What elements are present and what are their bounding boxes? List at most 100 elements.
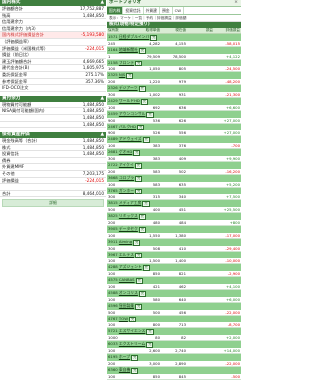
sell-button[interactable]: 売: [134, 162, 142, 169]
sell-button[interactable]: 売: [138, 86, 146, 92]
tab-2[interactable]: 外貨建: [144, 7, 160, 14]
stock-code: 3911: [108, 238, 118, 244]
stock-name-link[interactable]: エルテス: [119, 252, 134, 257]
sell-button[interactable]: 売: [133, 150, 141, 156]
sell-button[interactable]: 売: [138, 47, 147, 54]
stock-name-cell: 6195 ホープ売: [107, 353, 241, 361]
collapse-icon[interactable]: ▲: [100, 0, 104, 6]
stock-name-row: 4596 窪田製薬売: [107, 302, 241, 310]
stock-name-link[interactable]: ゲオHD: [119, 149, 132, 154]
stock-name-link[interactable]: ガンホー: [119, 188, 134, 193]
stock-code: 4288: [108, 264, 118, 270]
tab-4[interactable]: CW: [173, 7, 184, 14]
stock-code: 2489: [108, 136, 118, 142]
sell-button[interactable]: 売: [135, 175, 143, 182]
close-icon[interactable]: ×: [234, 0, 238, 6]
stock-name-link[interactable]: メディア工房: [119, 200, 142, 205]
summary-row: 現金残高等（合計） 1,484,850: [0, 138, 106, 145]
summary-row: 1,484,850: [0, 115, 106, 122]
stock-name-row: 3911 Aiming 売: [107, 238, 241, 246]
stock-name-cell: 2467 バルクHD 売: [107, 123, 241, 131]
sell-button[interactable]: 売: [146, 329, 154, 336]
view-options[interactable]: 表示：マーケ｜ー覧｜予約｜評価損益｜評価額: [107, 15, 241, 22]
sell-button[interactable]: 売: [140, 98, 149, 105]
stock-name-cell: 2429 ワールドHD 売: [107, 97, 241, 105]
stock-name-link[interactable]: デジアーツ: [119, 85, 138, 90]
stock-name-link[interactable]: データセク: [119, 226, 138, 231]
sell-button[interactable]: 売: [150, 35, 158, 41]
stock-name-row: 2681 ゲオHD 売: [107, 148, 241, 156]
stock-name-link[interactable]: アイケイ: [119, 162, 134, 167]
sell-button[interactable]: 売: [142, 265, 150, 272]
tab-3[interactable]: 預金: [160, 7, 173, 14]
sell-button[interactable]: 売: [138, 290, 147, 297]
sell-button[interactable]: 売: [131, 354, 139, 361]
summary-value: 357.36%: [85, 78, 104, 84]
section-header-assets[interactable]: 保有資産評価 ▲: [0, 132, 106, 139]
sell-button[interactable]: 売: [146, 111, 154, 118]
sell-button[interactable]: 売: [138, 214, 146, 220]
stock-name-link[interactable]: オンコリス: [119, 290, 138, 295]
summary-label: NISA買付可能額(国内): [2, 108, 45, 114]
cost-price: 850: [134, 373, 161, 380]
sell-button[interactable]: 売: [128, 316, 137, 323]
tab-1[interactable]: 投資信託: [123, 7, 144, 14]
stock-code: 3815: [108, 200, 118, 206]
summary-label: 建代金合計(B): [2, 65, 30, 71]
stock-name-link[interactable]: 地域新聞社: [119, 47, 138, 52]
section-header-buying-power[interactable]: 買付余力 ▲: [0, 95, 106, 102]
stock-name-link[interactable]: Aiming: [119, 239, 132, 244]
stock-name-cell: 4575 CANBAS 売: [107, 276, 241, 284]
sell-button[interactable]: 売: [126, 73, 134, 80]
stock-name-cell: 4588 オンコリス売: [107, 289, 241, 297]
stock-name-link[interactable]: TOW: [119, 316, 128, 321]
stock-name-link[interactable]: アドウェイズ: [119, 136, 142, 141]
stock-name-link[interactable]: ワールドHD: [119, 98, 140, 103]
sell-button[interactable]: 売: [137, 124, 145, 131]
collapse-icon[interactable]: ▲: [100, 132, 104, 138]
stock-name-link[interactable]: バルクHD: [119, 124, 136, 129]
stock-name-link[interactable]: 窪田製薬: [119, 303, 134, 308]
stock-code: 2164: [108, 46, 118, 52]
stock-name-link[interactable]: エスサイエンス: [119, 328, 145, 333]
summary-row: 建代金合計(B) 1,605,975: [0, 65, 106, 72]
summary-row: 委託保証金率 275.17%: [0, 72, 106, 79]
stock-name-link[interactable]: アズジェント: [119, 264, 142, 269]
stock-name-link[interactable]: アウンコンサル: [119, 111, 146, 116]
stock-name-cell: 2158 フロンテ売: [107, 59, 241, 67]
sell-button[interactable]: 売: [135, 278, 143, 284]
sell-button[interactable]: 売: [131, 367, 139, 374]
portfolio-header: ポートフォリオ ×: [107, 0, 241, 7]
summary-value: 7,203,175: [82, 171, 104, 177]
stock-name-link[interactable]: 日経ダブルインバ: [119, 34, 149, 39]
stock-code: 2326: [108, 85, 118, 91]
stock-code: 3967: [108, 251, 118, 257]
stock-code: 4588: [108, 289, 118, 295]
summary-value: 8,464,010: [82, 190, 104, 196]
stock-name-cell: 4767 TOW 売: [107, 315, 241, 323]
sell-button[interactable]: 売: [135, 188, 143, 195]
sell-button[interactable]: 売: [138, 226, 147, 233]
stock-name-link[interactable]: NJS: [119, 72, 125, 77]
sell-button[interactable]: 売: [135, 303, 143, 310]
section-header-domestic[interactable]: 国内株式 ▲: [0, 0, 106, 6]
stock-name-link[interactable]: エクストリーム: [119, 341, 145, 346]
stock-name-link[interactable]: ホープ: [119, 354, 130, 359]
sell-button[interactable]: 売: [142, 201, 150, 208]
sell-button[interactable]: 売: [135, 60, 143, 67]
sell-button[interactable]: 売: [135, 252, 143, 259]
stock-name-link[interactable]: フロンテ: [119, 60, 134, 65]
stock-name-link[interactable]: 東自機: [119, 367, 130, 372]
tab-0[interactable]: 国内株: [107, 7, 124, 14]
stock-name-link[interactable]: CANBAS: [119, 277, 135, 282]
sell-button[interactable]: 売: [133, 239, 141, 246]
collapse-icon[interactable]: ▲: [100, 96, 104, 102]
portfolio-panel: ポートフォリオ × 国内株 投資信託 外貨建 預金 CW 表示：マーケ｜ー覧｜予約｜評価…: [107, 0, 241, 380]
details-button[interactable]: 詳細: [2, 199, 104, 208]
stock-code: 3905: [108, 225, 118, 231]
stock-code: 3668: [108, 174, 118, 180]
stock-name-link[interactable]: コロプラ: [119, 175, 134, 180]
summary-row: 合計 8,464,010: [0, 191, 106, 198]
sell-button[interactable]: 売: [142, 137, 150, 144]
stock-name-link[interactable]: リミックス: [119, 213, 138, 218]
